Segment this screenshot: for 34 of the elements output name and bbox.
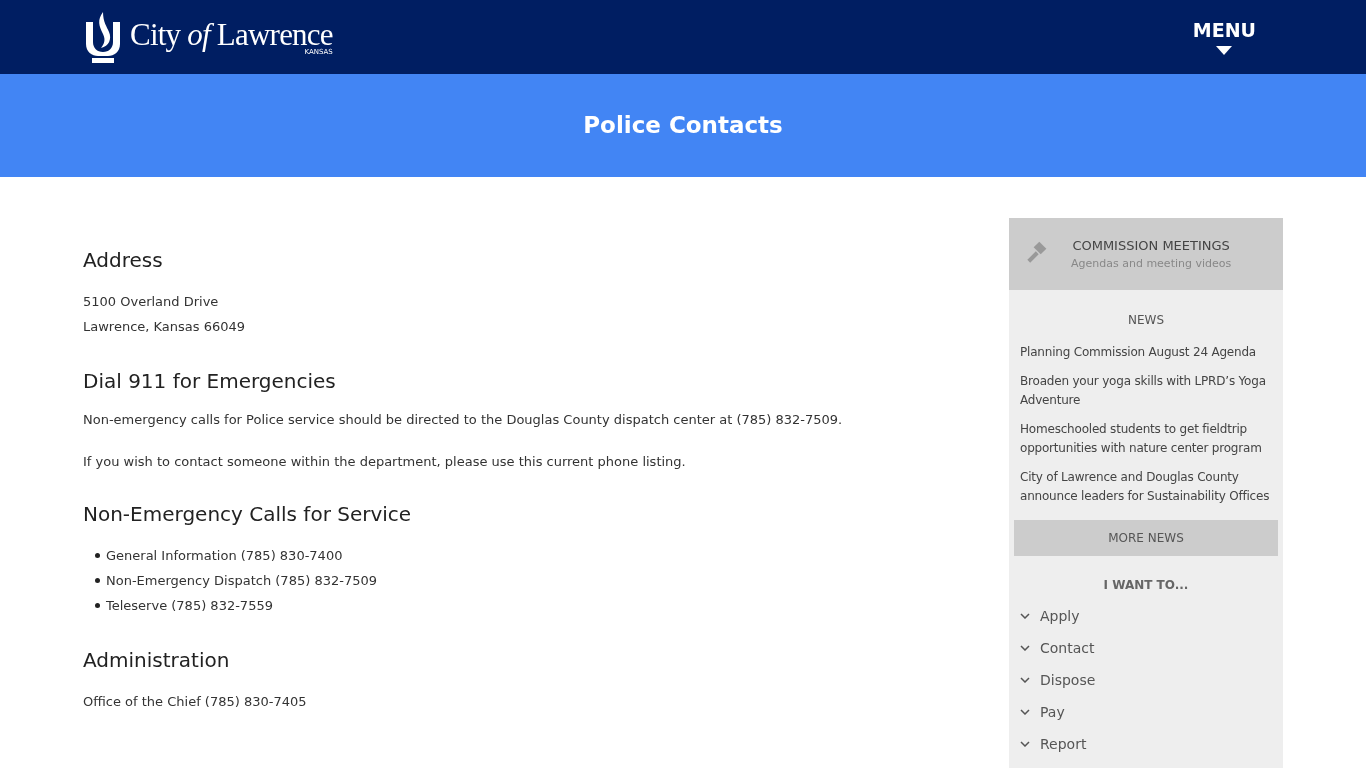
section-heading: Non-Emergency Calls for Service xyxy=(83,502,413,527)
feature-subtitle: Agendas and meeting videos xyxy=(1071,255,1232,272)
list-item-text: Non-Emergency Dispatch (785) 832-7509 xyxy=(106,572,377,590)
section-heading: Address xyxy=(83,248,164,273)
i-want-to-item[interactable]: Report xyxy=(1020,728,1272,760)
news-link[interactable]: Broaden your yoga skills with LPRD’s Yoga Adventure xyxy=(1020,372,1272,410)
commission-meetings-link[interactable]: COMMISSION MEETINGS Agendas and meeting videos xyxy=(1009,218,1283,290)
page-title: Police Contacts xyxy=(583,111,783,141)
news-link[interactable]: Homeschooled students to get fieldtrip opportunities with nature center program xyxy=(1020,420,1272,458)
i-want-to-heading: I WANT TO... xyxy=(1102,577,1190,594)
i-want-to-item[interactable]: Dispose xyxy=(1020,664,1272,696)
text-line: 5100 Overland Drive xyxy=(83,293,220,311)
bullet-icon xyxy=(95,603,100,608)
text-line: Office of the Chief (785) 830-7405 xyxy=(83,693,308,711)
list-item-text: General Information (785) 830-7400 xyxy=(106,547,343,565)
section-heading: Administration xyxy=(83,648,231,673)
menu-button[interactable]: MENU xyxy=(1192,18,1256,56)
news-link[interactable]: Planning Commission August 24 Agenda xyxy=(1020,343,1272,362)
more-news-button[interactable]: MORE NEWS xyxy=(1014,520,1278,556)
bullet-icon xyxy=(95,578,100,583)
paragraph: If you wish to contact someone within the department, please use this current phone listing. xyxy=(83,453,687,471)
paragraph: Non-emergency calls for Police service should be directed to the Douglas County dispatch center at (785) 832-7509. xyxy=(83,411,844,429)
i-want-to-item[interactable]: Contact xyxy=(1020,632,1272,664)
news-link[interactable]: City of Lawrence and Douglas County announce leaders for Sustainability Offices xyxy=(1020,468,1272,506)
feature-title: COMMISSION MEETINGS xyxy=(1072,237,1230,255)
i-want-to-item[interactable]: Pay xyxy=(1020,696,1272,728)
list-item-text: Teleserve (785) 832-7559 xyxy=(106,597,273,615)
section-heading: Dial 911 for Emergencies xyxy=(83,369,337,394)
bullet-icon xyxy=(95,553,100,558)
i-want-to-item[interactable]: Apply xyxy=(1020,600,1272,632)
text-line: Lawrence, Kansas 66049 xyxy=(83,318,247,336)
news-heading: NEWS xyxy=(1126,312,1165,329)
flame-emblem-icon xyxy=(84,10,122,64)
caret-down-icon xyxy=(1216,46,1233,56)
